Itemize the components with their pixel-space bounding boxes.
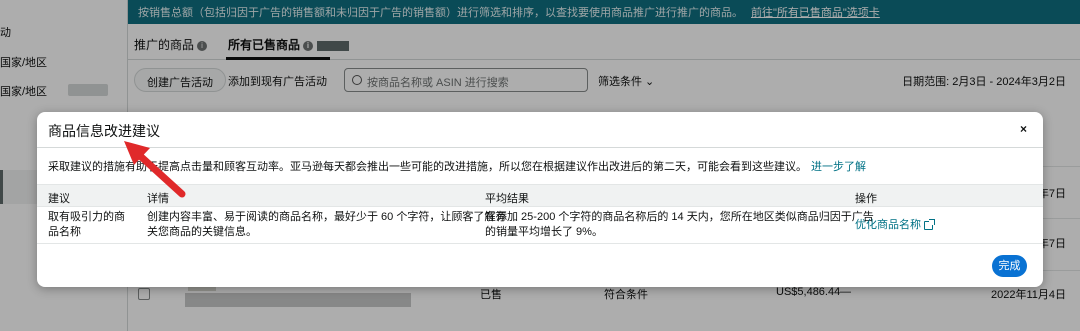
column-header-action: 操作 [855,193,877,205]
suggestion-cell: 取有吸引力的商 品名称 [48,211,125,238]
listing-improvement-modal: 商品信息改进建议 × 采取建议的措施有助于提高点击量和顾客互动率。亚马逊每天都会… [37,112,1043,287]
divider [37,243,1043,244]
modal-description: 采取建议的措施有助于提高点击量和顾客互动率。亚马逊每天都会推出一些可能的改进措施… [48,161,866,173]
close-icon[interactable]: × [1020,122,1027,136]
optimize-title-link[interactable]: 优化商品名称 [855,218,935,233]
column-header-details: 详情 [147,193,169,205]
column-header-suggestion: 建议 [48,193,70,205]
divider [37,147,1043,148]
details-cell: 创建内容丰富、易于阅读的商品名称，最好少于 60 个字符，让顾客了解有 关您商品… [147,211,507,238]
done-button[interactable]: 完成 [992,255,1027,277]
result-cell: 在添加 25-200 个字符的商品名称后的 14 天内，您所在地区类似商品归因于… [485,211,874,238]
external-link-icon [924,218,935,230]
learn-more-link[interactable]: 进一步了解 [811,161,866,173]
column-header-average-result: 平均结果 [485,193,529,205]
modal-title: 商品信息改进建议 [48,123,160,139]
suggestions-table-header: 建议 详情 平均结果 操作 [37,184,1043,207]
